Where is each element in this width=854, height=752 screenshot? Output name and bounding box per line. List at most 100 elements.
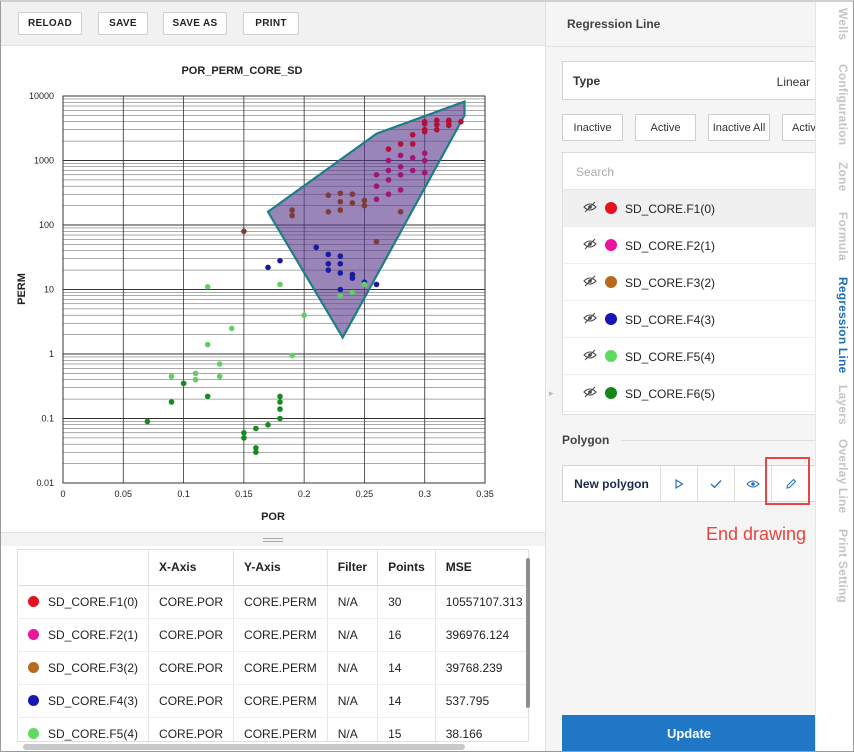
data-point: [361, 281, 368, 288]
active-button[interactable]: Active: [635, 114, 696, 141]
filter-cell: N/A: [327, 585, 379, 619]
series-list-item[interactable]: SD_CORE.F6(5): [563, 375, 817, 412]
series-cell: SD_CORE.F4(3): [18, 684, 150, 718]
inactive-all-button[interactable]: Inactive All: [708, 114, 770, 141]
series-list-item[interactable]: SD_CORE.F5(4): [563, 338, 817, 375]
tab-overlay-line[interactable]: Overlay Line: [820, 439, 850, 513]
tab-formula[interactable]: Formula: [820, 212, 850, 261]
data-point: [397, 164, 404, 170]
data-point: [385, 191, 392, 197]
table-vertical-scrollbar[interactable]: [526, 558, 530, 708]
tab-zone[interactable]: Zone: [820, 162, 850, 191]
play-button[interactable]: [661, 466, 698, 501]
reload-button[interactable]: RELOAD: [18, 12, 82, 35]
panel-title: Regression Line: [567, 17, 661, 31]
save-as-button[interactable]: SAVE AS: [163, 12, 227, 35]
series-list-item[interactable]: SD_CORE.F1(0): [563, 190, 817, 227]
data-point: [397, 187, 404, 193]
inactive-button[interactable]: Inactive: [562, 114, 623, 141]
table-row[interactable]: SD_CORE.F2(1) CORE.POR CORE.PERM N/A 16 39697…: [18, 618, 528, 652]
collapse-panel-icon[interactable]: ▸: [549, 388, 554, 399]
new-polygon-button[interactable]: New polygon: [563, 466, 661, 501]
tab-wells[interactable]: Wells: [820, 8, 850, 40]
print-button[interactable]: PRINT: [243, 12, 299, 35]
tab-print-setting[interactable]: Print Setting: [820, 529, 850, 603]
visibility-eye-icon[interactable]: [583, 238, 597, 250]
data-point: [337, 293, 344, 299]
y-axis-cell: CORE.PERM: [233, 717, 328, 741]
search-input[interactable]: Search: [563, 153, 817, 190]
data-point: [458, 118, 464, 125]
data-point: [337, 253, 344, 259]
col-header-x-axis[interactable]: X-Axis: [148, 550, 235, 586]
col-header-filter[interactable]: Filter: [327, 550, 379, 586]
splitter-grip-icon[interactable]: [263, 538, 283, 542]
data-point: [337, 261, 344, 267]
x-axis-cell: CORE.POR: [148, 651, 235, 685]
data-point: [385, 167, 392, 174]
table-row[interactable]: SD_CORE.F1(0) CORE.POR CORE.PERM N/A 30 10557…: [18, 585, 528, 619]
series-color-dot-icon: [28, 661, 39, 673]
data-point: [277, 399, 283, 405]
filter-cell: N/A: [327, 684, 379, 718]
tab-configuration[interactable]: Configuration: [820, 64, 850, 145]
series-color-dot-icon: [28, 727, 39, 739]
data-point: [385, 146, 392, 152]
pane-splitter[interactable]: [1, 532, 545, 546]
visibility-eye-icon[interactable]: [583, 201, 597, 213]
series-list-item[interactable]: SD_CORE.F4(3): [563, 301, 817, 338]
data-point: [361, 197, 368, 204]
series-list-item[interactable]: SD_CORE.F2(1): [563, 227, 817, 264]
data-point: [373, 238, 380, 245]
tab-regression-line[interactable]: Regression Line: [820, 277, 850, 373]
chart-area: 0 0.05 0.1 0.15 0.2 0.25 0.3 0.35 0.01 0.1 1 10 100 1…: [1, 47, 545, 532]
data-point: [253, 445, 259, 451]
visibility-eye-icon[interactable]: [583, 312, 597, 324]
series-color-dot-icon: [28, 694, 39, 706]
data-point: [192, 370, 199, 377]
update-button[interactable]: Update: [562, 715, 816, 751]
x-tick-label: 0.2: [298, 489, 311, 499]
scatter-chart[interactable]: 0 0.05 0.1 0.15 0.2 0.25 0.3 0.35 0.01 0.1 1 10 100 1…: [1, 47, 545, 532]
type-select[interactable]: Type Linear: [562, 61, 816, 100]
x-axis-cell: CORE.POR: [148, 717, 235, 741]
series-color-dot-icon: [605, 239, 617, 251]
table-horizontal-scrollbar[interactable]: [23, 744, 465, 750]
visibility-eye-icon[interactable]: [583, 349, 597, 361]
data-point: [421, 128, 428, 135]
data-point: [421, 121, 428, 127]
series-cell: SD_CORE.F3(2): [18, 651, 150, 685]
series-name: SD_CORE.F3(2): [48, 660, 139, 675]
tab-layers[interactable]: Layers: [820, 385, 850, 425]
points-cell: 14: [377, 684, 436, 718]
confirm-button[interactable]: [698, 466, 735, 501]
data-point: [421, 150, 428, 156]
app-window: RELOAD SAVE SAVE AS PRINT 0 0.05 0.1 0.15 0.…: [0, 0, 854, 752]
play-icon: [675, 478, 684, 489]
active-all-button[interactable]: Active All: [782, 114, 816, 141]
data-point: [241, 430, 247, 436]
col-header-mse[interactable]: MSE: [435, 550, 528, 586]
data-point: [325, 251, 332, 258]
visibility-eye-icon[interactable]: [583, 275, 597, 287]
polygon-section-label: Polygon: [562, 433, 610, 447]
table-header-row: X-Axis Y-Axis Filter Points MSE Co: [18, 550, 528, 586]
series-color-dot-icon: [605, 202, 617, 214]
save-button[interactable]: SAVE: [98, 12, 148, 35]
y-tick-label: 10: [44, 285, 54, 295]
table-row[interactable]: SD_CORE.F3(2) CORE.POR CORE.PERM N/A 14 39768…: [18, 651, 528, 685]
table-row[interactable]: SD_CORE.F5(4) CORE.POR CORE.PERM N/A 15 38.16…: [18, 717, 528, 741]
data-point: [409, 167, 416, 174]
table-row[interactable]: SD_CORE.F4(3) CORE.POR CORE.PERM N/A 14 537.7…: [18, 684, 528, 718]
col-header-points[interactable]: Points: [377, 550, 436, 586]
x-axis-cell: CORE.POR: [148, 585, 235, 619]
x-tick-label: 0.25: [356, 489, 374, 499]
col-header-series[interactable]: [18, 550, 150, 586]
col-header-y-axis[interactable]: Y-Axis: [233, 550, 328, 586]
series-name: SD_CORE.F5(4): [48, 726, 139, 741]
visibility-eye-icon[interactable]: [583, 386, 597, 398]
data-point: [277, 257, 283, 264]
data-point: [349, 200, 356, 206]
series-list-item[interactable]: SD_CORE.F3(2): [563, 264, 817, 301]
y-axis-cell: CORE.PERM: [233, 618, 328, 652]
